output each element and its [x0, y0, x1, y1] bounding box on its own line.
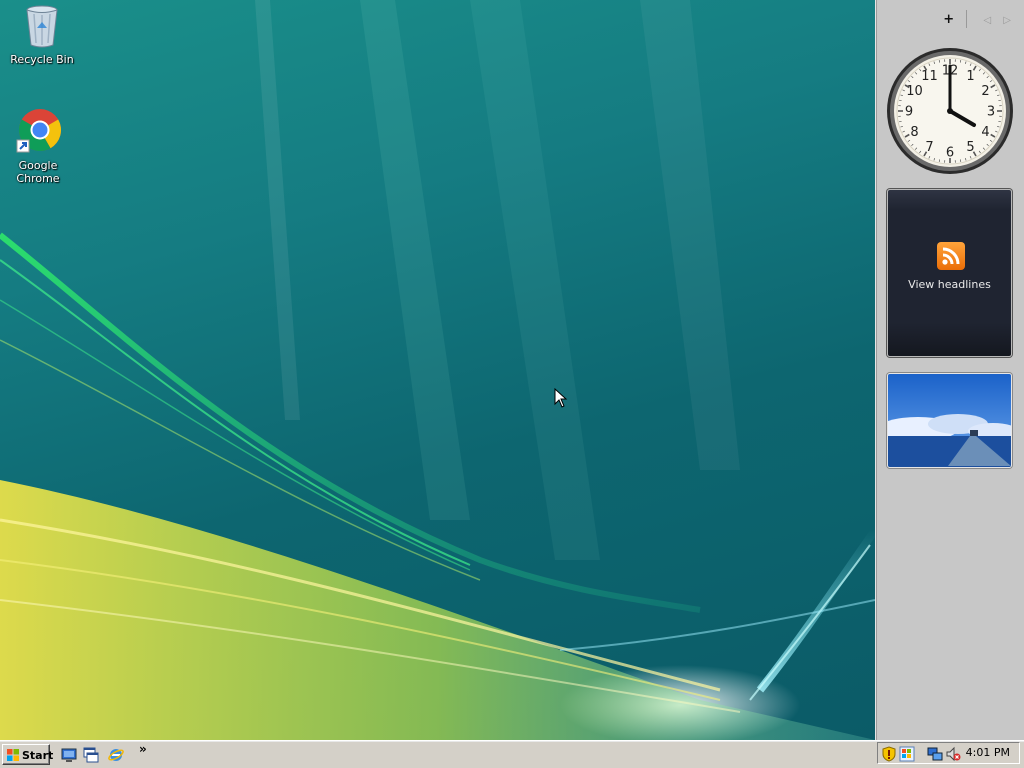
volume-muted-icon[interactable] [945, 746, 961, 762]
analog-clock-face: 121234567891011 [887, 48, 1013, 174]
clock-tick [998, 120, 1001, 123]
clock-tick [959, 60, 962, 63]
previous-gadgets-button[interactable]: ◁ [983, 15, 991, 26]
next-gadgets-button[interactable]: ▷ [1003, 15, 1011, 26]
taskbar-clock[interactable]: 4:01 PM [966, 746, 1010, 759]
clock-numeral: 8 [910, 125, 918, 140]
clock-tick [899, 99, 902, 102]
clock-numeral: 1 [966, 69, 974, 84]
slideshow-gadget[interactable] [887, 373, 1012, 468]
sidebar-controls: + ◁ ▷ [935, 10, 1011, 28]
clock-gadget[interactable]: 121234567891011 [885, 46, 1015, 176]
clock-numeral: 11 [921, 69, 938, 84]
feed-headlines-gadget[interactable]: View headlines [887, 189, 1012, 357]
clock-numeral: 4 [981, 125, 989, 140]
clock-tick [959, 159, 962, 162]
clock-tick [938, 60, 941, 63]
clock-tick [899, 120, 902, 123]
view-headlines-label: View headlines [908, 278, 991, 291]
wallpaper-aurora [0, 0, 875, 740]
clock-numeral: 3 [987, 105, 995, 120]
notification-area: 4:01 PM [877, 742, 1020, 764]
desktop-screen: Recycle Bin Google Chrome + ◁ ▷ 1212 [0, 0, 1024, 768]
google-chrome-shortcut[interactable]: Google Chrome [0, 108, 80, 185]
security-shield-icon[interactable] [881, 746, 897, 762]
mouse-cursor-icon [554, 388, 568, 408]
clock-numeral: 9 [905, 105, 913, 120]
google-chrome-label: Google Chrome [16, 159, 60, 185]
add-gadget-button[interactable]: + [943, 12, 954, 27]
clock-numeral: 2 [981, 84, 989, 99]
recycle-bin-icon [26, 5, 58, 48]
windows-update-icon[interactable] [899, 746, 915, 762]
taskbar-tray-layer: 4:01 PM [0, 740, 1024, 768]
landscape-photo [888, 374, 1011, 467]
clock-tick [938, 159, 941, 162]
network-icon[interactable] [927, 746, 943, 762]
desktop-wallpaper [0, 0, 875, 740]
recycle-bin-shortcut[interactable]: Recycle Bin [0, 4, 84, 66]
recycle-bin-label: Recycle Bin [10, 53, 74, 66]
sidebar-controls-divider [966, 10, 968, 28]
clock-tick [998, 99, 1001, 102]
chrome-icon [16, 109, 62, 153]
rss-icon [937, 242, 965, 270]
